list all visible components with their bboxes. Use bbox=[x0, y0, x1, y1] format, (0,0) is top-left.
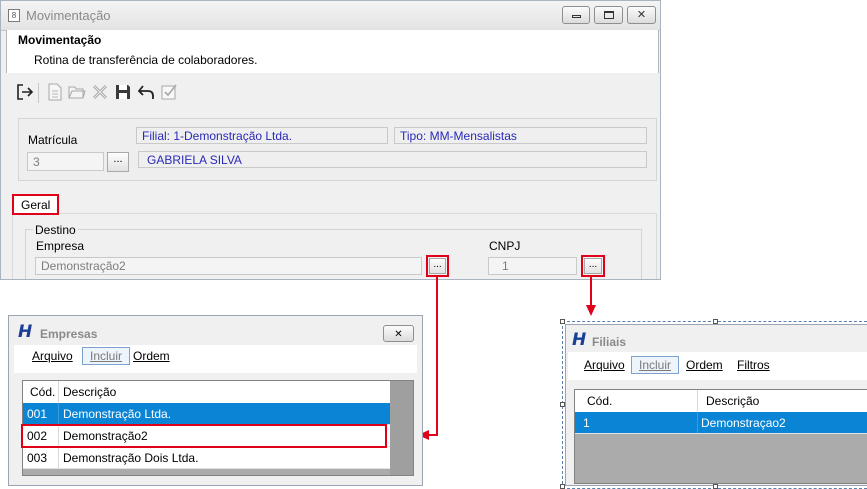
empresas-close-button[interactable]: ✕ bbox=[383, 325, 414, 342]
menu-arquivo[interactable]: Arquivo bbox=[584, 358, 625, 372]
empresas-grid-header: Cód. Descrição bbox=[23, 381, 390, 404]
empresas-menu-bar: Arquivo Incluir Ordem bbox=[14, 345, 417, 373]
menu-arquivo[interactable]: Arquivo bbox=[32, 349, 73, 363]
resize-handle[interactable] bbox=[560, 402, 565, 407]
resize-handle[interactable] bbox=[713, 319, 718, 324]
cell-cod: 003 bbox=[27, 451, 48, 465]
app-logo-icon: H bbox=[18, 322, 33, 342]
table-row[interactable]: 003 Demonstração Dois Ltda. bbox=[23, 447, 390, 469]
column-header-descricao[interactable]: Descrição bbox=[697, 390, 867, 412]
menu-ordem[interactable]: Ordem bbox=[686, 358, 723, 372]
cell-cod: 1 bbox=[583, 416, 590, 430]
arrow-head-down bbox=[586, 305, 596, 316]
close-icon: ✕ bbox=[394, 329, 403, 340]
cell-descricao: Demonstração Dois Ltda. bbox=[58, 447, 388, 468]
cell-cod: 001 bbox=[27, 407, 48, 421]
table-row[interactable]: 1 Demonstraçao2 bbox=[575, 412, 867, 434]
filiais-menu-bar: Arquivo Incluir Ordem Filtros bbox=[568, 352, 867, 380]
resize-handle[interactable] bbox=[560, 319, 565, 324]
menu-ordem[interactable]: Ordem bbox=[133, 349, 170, 363]
filiais-grid: Cód. Descrição 1 Demonstraçao2 bbox=[574, 389, 867, 484]
resize-handle[interactable] bbox=[560, 484, 565, 489]
column-header-descricao[interactable]: Descrição bbox=[58, 381, 390, 403]
column-header-cod[interactable]: Cód. bbox=[26, 381, 60, 403]
filiais-dialog: H Filiais Arquivo Incluir Ordem Filtros … bbox=[565, 324, 867, 486]
filiais-dialog-title: Filiais bbox=[592, 335, 627, 349]
empresas-dialog-title: Empresas bbox=[40, 327, 98, 341]
menu-incluir[interactable]: Incluir bbox=[82, 347, 131, 365]
app-logo-icon: H bbox=[572, 330, 587, 350]
table-row[interactable]: 001 Demonstração Ltda. bbox=[23, 403, 390, 425]
filiais-grid-header: Cód. Descrição bbox=[575, 390, 867, 413]
row-highlight-demonstracao2 bbox=[21, 424, 387, 448]
empresas-scroll-area[interactable] bbox=[390, 381, 413, 475]
empresas-dialog: H Empresas ✕ Arquivo Incluir Ordem Cód. … bbox=[8, 315, 423, 486]
column-header-cod[interactable]: Cód. bbox=[583, 390, 697, 412]
menu-filtros[interactable]: Filtros bbox=[737, 358, 770, 372]
menu-incluir[interactable]: Incluir bbox=[631, 356, 680, 374]
cell-descricao: Demonstração Ltda. bbox=[58, 403, 388, 424]
resize-handle[interactable] bbox=[713, 484, 718, 489]
arrow-to-empresas bbox=[428, 276, 438, 436]
cell-descricao: Demonstraçao2 bbox=[697, 412, 867, 433]
